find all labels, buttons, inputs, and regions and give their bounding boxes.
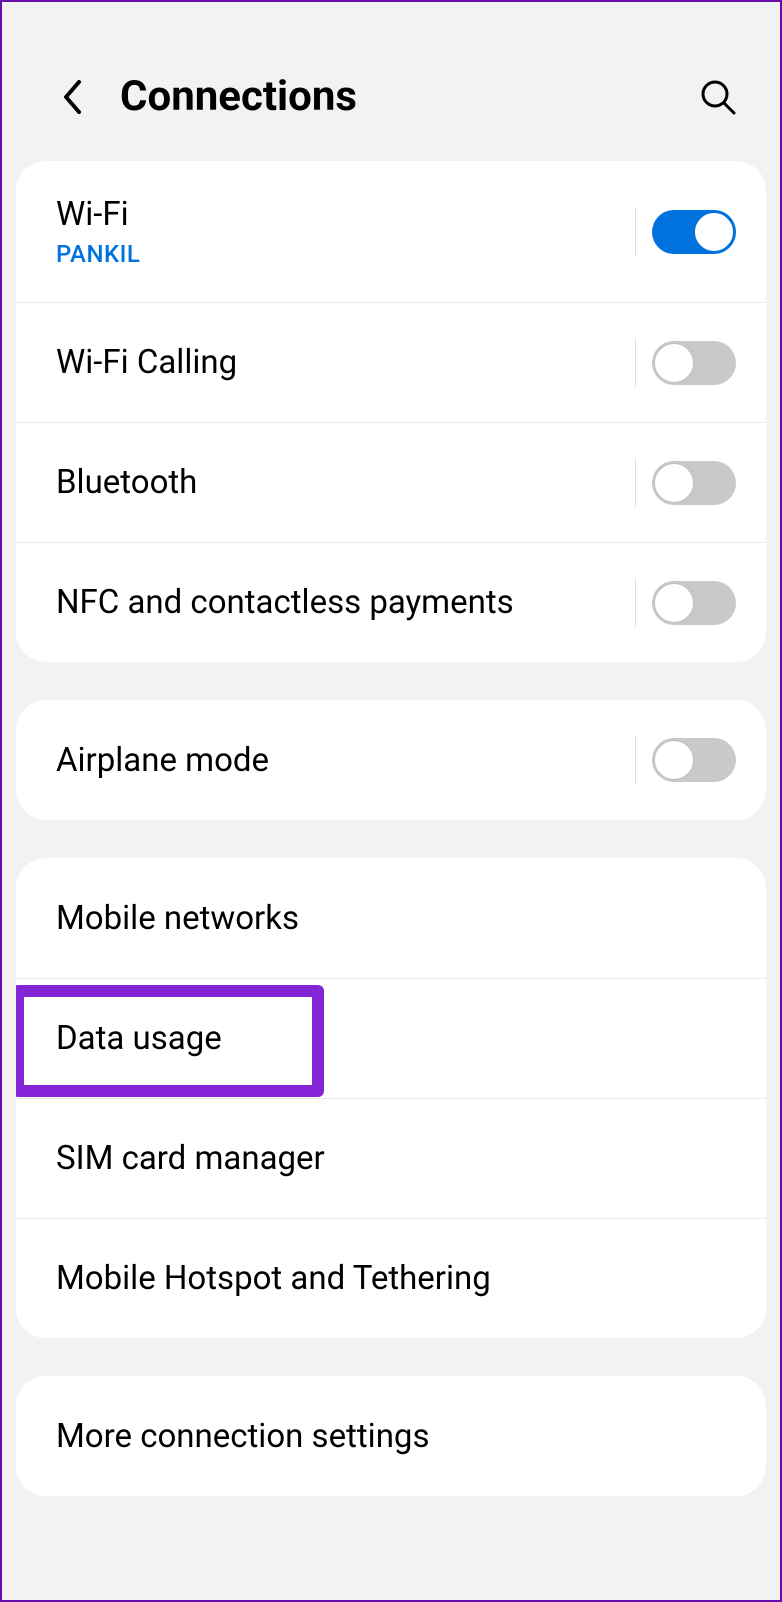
row-title: Bluetooth: [56, 463, 635, 502]
wifi-calling-toggle[interactable]: [652, 341, 736, 385]
airplane-mode-toggle[interactable]: [652, 738, 736, 782]
search-icon: [698, 77, 738, 117]
row-nfc[interactable]: NFC and contactless payments: [16, 542, 766, 662]
row-title: Mobile networks: [56, 899, 736, 938]
vertical-divider: [635, 338, 636, 388]
row-title: Mobile Hotspot and Tethering: [56, 1259, 736, 1298]
row-title: SIM card manager: [56, 1139, 736, 1178]
row-mobile-networks[interactable]: Mobile networks: [16, 858, 766, 978]
vertical-divider: [635, 735, 636, 785]
settings-group: Airplane mode: [16, 700, 766, 820]
wifi-toggle[interactable]: [652, 210, 736, 254]
row-mobile-hotspot[interactable]: Mobile Hotspot and Tethering: [16, 1218, 766, 1338]
row-wifi[interactable]: Wi-Fi PANKIL: [16, 161, 766, 302]
chevron-left-icon: [61, 79, 83, 115]
vertical-divider: [635, 207, 636, 257]
bluetooth-toggle[interactable]: [652, 461, 736, 505]
back-button[interactable]: [52, 77, 92, 117]
row-title: Wi-Fi Calling: [56, 343, 635, 382]
search-button[interactable]: [696, 75, 740, 119]
row-wifi-calling[interactable]: Wi-Fi Calling: [16, 302, 766, 422]
row-title: Data usage: [56, 1019, 736, 1058]
row-title: NFC and contactless payments: [56, 583, 635, 622]
row-more-connection-settings[interactable]: More connection settings: [16, 1376, 766, 1496]
page-title: Connections: [120, 72, 696, 121]
settings-group: Mobile networks Data usage SIM card mana…: [16, 858, 766, 1338]
row-title: Wi-Fi: [56, 195, 635, 234]
nfc-toggle[interactable]: [652, 581, 736, 625]
row-title: More connection settings: [56, 1417, 736, 1456]
row-airplane-mode[interactable]: Airplane mode: [16, 700, 766, 820]
header: Connections: [2, 2, 780, 161]
vertical-divider: [635, 578, 636, 628]
row-bluetooth[interactable]: Bluetooth: [16, 422, 766, 542]
row-sim-card-manager[interactable]: SIM card manager: [16, 1098, 766, 1218]
row-data-usage[interactable]: Data usage: [16, 978, 766, 1098]
settings-group: Wi-Fi PANKIL Wi-Fi Calling Bluetooth NFC…: [16, 161, 766, 662]
vertical-divider: [635, 458, 636, 508]
row-subtitle: PANKIL: [56, 240, 635, 268]
settings-group: More connection settings: [16, 1376, 766, 1496]
row-title: Airplane mode: [56, 741, 635, 780]
